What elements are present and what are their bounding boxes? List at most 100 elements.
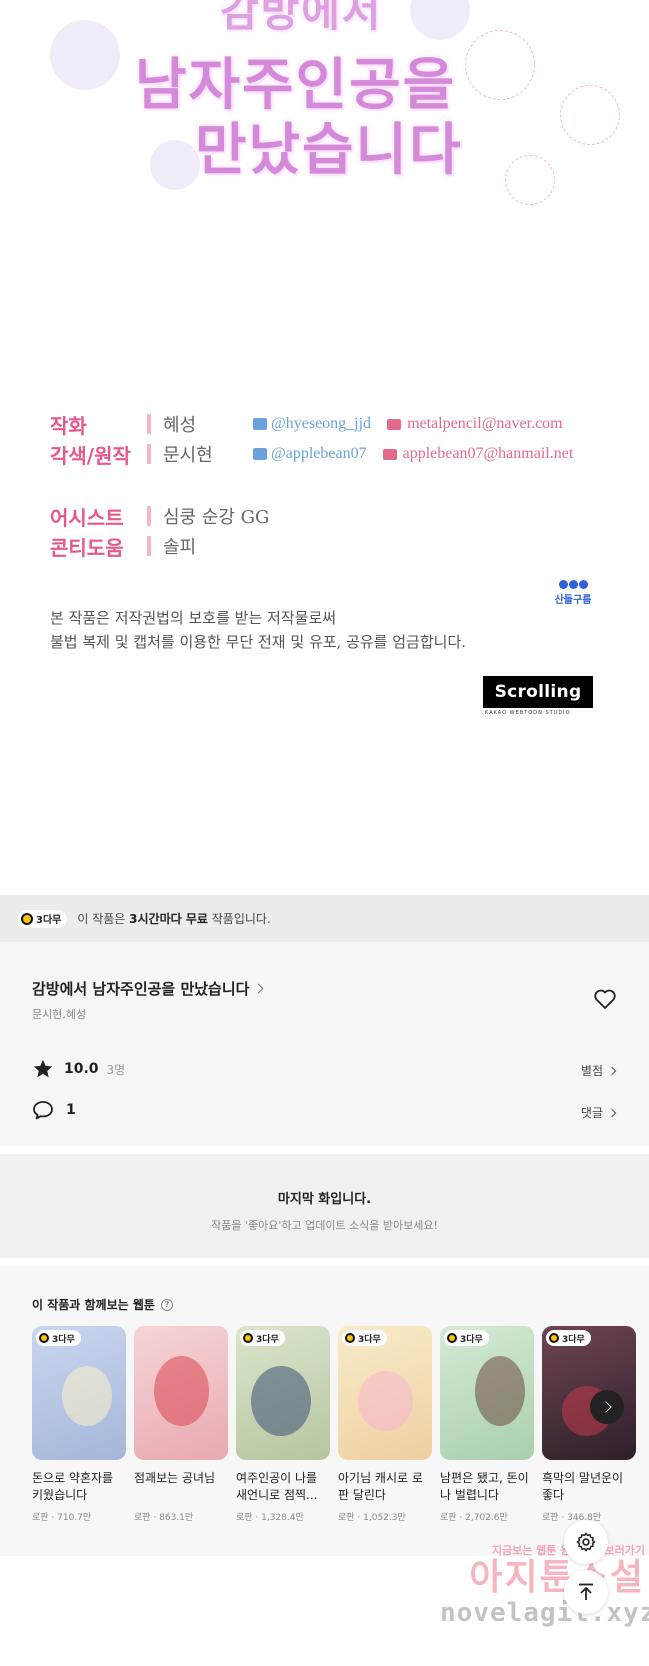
credit-row-art: 작화 혜성 @hyeseong_jjd metalpencil@naver.co…	[50, 410, 563, 438]
recommendation-title[interactable]: 점괘보는 공녀님	[134, 1470, 228, 1504]
recommendation-meta: 로판 · 1,052.3만	[338, 1513, 406, 1523]
flower-decoration	[50, 20, 120, 90]
wait-free-badge: 3다무	[546, 1330, 591, 1346]
gear-icon	[576, 1532, 596, 1552]
credit-divider	[147, 506, 151, 526]
recommendation-meta: 로판 · 1,328.4만	[236, 1513, 304, 1523]
recommendation-item[interactable]: 3다무 남편은 됐고, 돈이나 벌렵니다 로판 · 2,702.6만	[440, 1326, 534, 1523]
free-notice-text: 이 작품은 3시간마다 무료 작품입니다.	[77, 912, 271, 926]
twitter-icon	[253, 418, 267, 430]
firework-decoration	[505, 155, 555, 205]
recommendation-thumbnail[interactable]: 3다무	[338, 1326, 432, 1460]
credit-name: 심쿵 순강 GG	[163, 507, 270, 528]
heart-icon[interactable]	[593, 988, 617, 1010]
credit-row-story: 각색/원작 문시현 @applebean07 applebean07@hanma…	[50, 440, 573, 468]
help-icon[interactable]: ?	[160, 1298, 173, 1311]
rating-value: 10.0	[64, 1061, 99, 1077]
recommendation-item[interactable]: 3다무 돈으로 약혼자를 키웠습니다 로판 · 710.7만	[32, 1326, 126, 1523]
arrow-up-icon	[579, 1583, 593, 1600]
watermark: 지금보는 웹툰 원작소설 보러가기 아지툰소설 novelagit.xyz	[440, 1544, 649, 1628]
clock-icon	[447, 1333, 457, 1343]
last-episode-section: 마지막 화입니다. 작품을 '좋아요'하고 업데이트 소식을 받아보세요!	[0, 1154, 649, 1258]
credit-label: 어시스트	[50, 505, 124, 530]
comment-count: 1	[66, 1102, 76, 1118]
scroll-top-button[interactable]	[564, 1570, 608, 1614]
credit-label: 작화	[50, 413, 87, 438]
last-episode-title: 마지막 화입니다.	[277, 1192, 372, 1207]
cloud-logo-icon	[548, 580, 598, 589]
recommendation-title[interactable]: 아기님 캐시로 로판 달린다	[338, 1470, 432, 1504]
clock-icon	[549, 1333, 559, 1343]
recommendation-thumbnail[interactable]	[134, 1326, 228, 1460]
recommendation-title[interactable]: 여주인공이 나를 새언니로 점찍...	[236, 1470, 330, 1504]
recommendation-meta: 로판 · 710.7만	[32, 1513, 92, 1523]
wait-free-badge: 3다무	[342, 1330, 387, 1346]
copyright-notice: 본 작품은 저작권법의 보호를 받는 저작물로써 불법 복제 및 캡처를 이용한…	[50, 609, 467, 651]
recommendation-item[interactable]: 3다무 아기님 캐시로 로판 달린다 로판 · 1,052.3만	[338, 1326, 432, 1523]
title-line-bottom: 만났습니다	[195, 117, 463, 183]
clock-icon	[21, 912, 33, 925]
twitter-icon	[253, 448, 267, 460]
recommendation-thumbnail[interactable]: 3다무	[542, 1326, 636, 1460]
work-title-link[interactable]: 감방에서 남자주인공을 만났습니다	[32, 978, 264, 999]
settings-button[interactable]	[564, 1520, 608, 1564]
email-address: metalpencil@naver.com	[387, 415, 563, 433]
free-notice-bar: 3다무 이 작품은 3시간마다 무료 작품입니다.	[0, 895, 649, 942]
comment-icon	[33, 1101, 53, 1120]
credit-name: 혜성	[163, 415, 197, 436]
flower-decoration	[410, 0, 470, 40]
comment-row: 1	[32, 1100, 76, 1120]
scrolling-subtitle: KAKAO WEBTOON STUDIO	[485, 710, 571, 716]
recommendation-item[interactable]: 3다무 여주인공이 나를 새언니로 점찍... 로판 · 1,328.4만	[236, 1326, 330, 1523]
chevron-right-icon	[254, 983, 264, 994]
wait-free-badge: 3다무	[36, 1330, 81, 1346]
recommendations-title: 이 작품과 함께보는 웹툰?	[32, 1296, 173, 1313]
credit-divider	[147, 414, 151, 434]
credit-label: 콘티도움	[50, 535, 124, 560]
rating-link[interactable]: 별점	[581, 1062, 617, 1079]
chevron-right-icon	[607, 1066, 617, 1075]
firework-decoration	[560, 85, 620, 145]
wait-free-badge: 3다무	[240, 1330, 285, 1346]
recommendation-item[interactable]: 3다무 흑막의 말년운이 좋다 로판 · 346.8만	[542, 1326, 636, 1523]
star-icon	[33, 1059, 53, 1078]
credit-name: 솔피	[163, 537, 197, 558]
studio-badge: 산들구름	[548, 580, 598, 606]
credit-name: 문시현	[163, 445, 213, 466]
twitter-handle: @hyeseong_jjd	[253, 415, 371, 433]
email-address: applebean07@hanmail.net	[382, 445, 573, 463]
carousel-next-button[interactable]	[590, 1390, 624, 1424]
recommendation-thumbnail[interactable]: 3다무	[32, 1326, 126, 1460]
recommendation-meta: 로판 · 863.1만	[134, 1513, 194, 1523]
mail-icon	[387, 418, 402, 430]
recommendation-title[interactable]: 돈으로 약혼자를 키웠습니다	[32, 1470, 126, 1504]
recommendation-title[interactable]: 남편은 됐고, 돈이나 벌렵니다	[440, 1470, 534, 1504]
recommendation-item[interactable]: 점괘보는 공녀님 로판 · 863.1만	[134, 1326, 228, 1523]
credit-divider	[147, 536, 151, 556]
title-artwork: 감방에서 남자주인공을 만났습니다	[50, 0, 620, 205]
chevron-right-icon	[599, 1401, 612, 1413]
comic-panel: 감방에서 남자주인공을 만났습니다 작화 혜성 @hyeseong_jjd me…	[0, 0, 649, 895]
firework-decoration	[465, 30, 535, 100]
recommendation-list: 3다무 돈으로 약혼자를 키웠습니다 로판 · 710.7만 점괘보는 공녀님 …	[32, 1326, 649, 1523]
rating-row: 10.0 3명	[32, 1058, 125, 1080]
wait-free-badge: 3다무	[444, 1330, 489, 1346]
clock-icon	[345, 1333, 355, 1343]
rating-count: 3명	[106, 1062, 126, 1077]
clock-icon	[39, 1333, 49, 1343]
recommendation-thumbnail[interactable]: 3다무	[440, 1326, 534, 1460]
mail-icon	[382, 448, 397, 460]
recommendation-title[interactable]: 흑막의 말년운이 좋다	[542, 1470, 636, 1504]
clock-icon	[243, 1333, 253, 1343]
comment-link[interactable]: 댓글	[581, 1104, 617, 1121]
twitter-handle: @applebean07	[253, 445, 367, 463]
credit-label: 각색/원작	[50, 443, 131, 468]
work-info: 감방에서 남자주인공을 만났습니다 문시현,혜성 10.0 3명 별점 1 댓글	[0, 942, 649, 1146]
wait-free-badge: 3다무	[18, 909, 68, 928]
authors: 문시현,혜성	[32, 1008, 87, 1021]
last-episode-subtitle: 작품을 '좋아요'하고 업데이트 소식을 받아보세요!	[211, 1219, 438, 1232]
recommendation-meta: 로판 · 2,702.6만	[440, 1513, 508, 1523]
credit-row-conti: 콘티도움 솔피	[50, 532, 253, 560]
chevron-right-icon	[607, 1108, 617, 1117]
recommendation-thumbnail[interactable]: 3다무	[236, 1326, 330, 1460]
